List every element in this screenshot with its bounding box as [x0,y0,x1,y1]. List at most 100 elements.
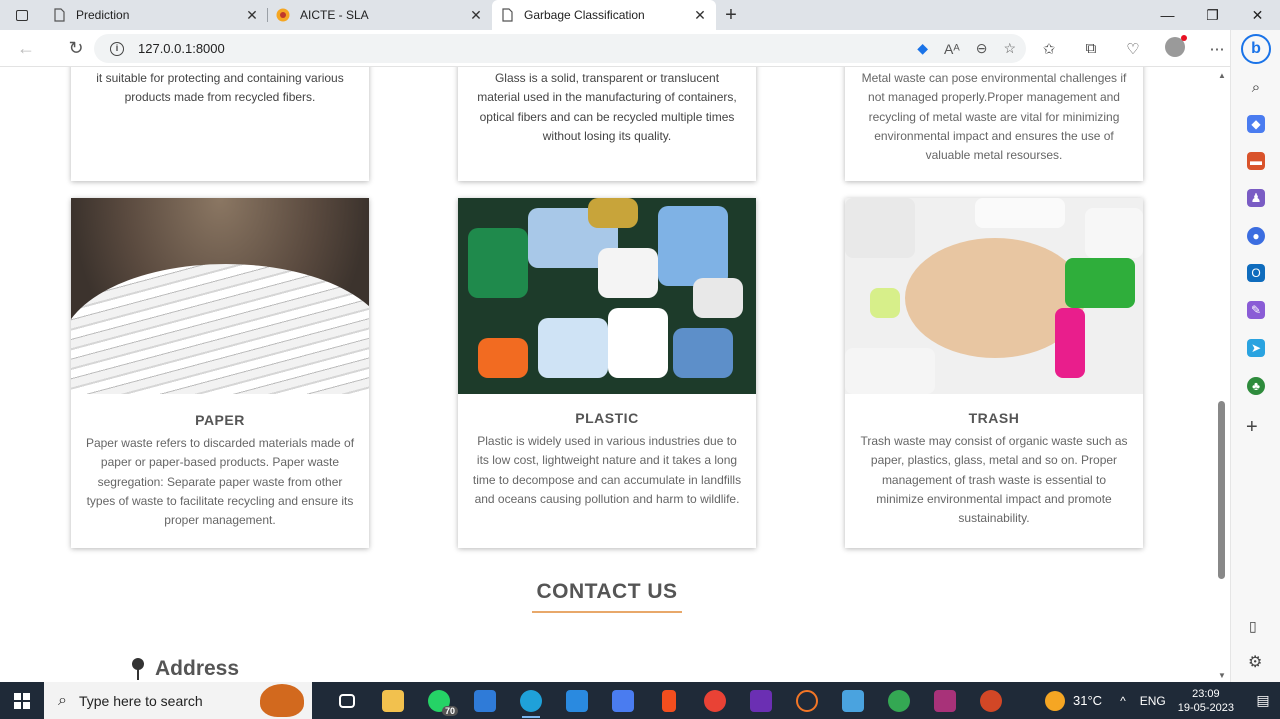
tools-icon[interactable]: ▬ [1247,152,1265,170]
vscode-icon[interactable] [554,682,600,719]
edge-sidebar: b ⌕ ◆ ▬ ♟ ● O ✎ ➤ ♣ + ▯ ⚙ [1230,30,1280,682]
figma-icon[interactable] [646,682,692,719]
card-cardboard: it suitable for protecting and containin… [71,67,369,181]
aicte-logo-icon [276,8,290,22]
tab-actions-icon[interactable] [0,0,44,30]
address-label: Address [155,657,240,680]
chrome-profile-icon[interactable] [876,682,922,719]
designer-icon[interactable]: ✎ [1247,301,1265,319]
sidebar-toggle-icon[interactable]: ▯ [1249,618,1257,635]
favorites-icon[interactable]: ✩ [1028,40,1070,58]
restore-icon[interactable]: ❐ [1190,0,1235,30]
ms-store-icon[interactable] [600,682,646,719]
whatsapp-badge: 70 [441,706,458,716]
tab-prediction[interactable]: Prediction ✕ [44,0,268,30]
task-view-icon[interactable] [324,682,370,719]
temperature: 31°C [1073,693,1103,708]
shopping-tag-icon[interactable]: ◆ [1247,115,1265,133]
url-text: 127.0.0.1:8000 [138,41,225,56]
tab-aicte-sla[interactable]: AICTE - SLA ✕ [268,0,492,30]
send-icon[interactable]: ➤ [1247,339,1265,357]
address-toolbar: ← ↻ i 127.0.0.1:8000 ◆ Aᴬ ⊖ ☆ ✩ ⧉ ♡ ⋯ [0,30,1280,67]
clock[interactable]: 23:09 19-05-2023 [1178,687,1234,715]
address-heading: Address [131,657,239,681]
refresh-icon[interactable]: ↻ [58,33,94,63]
card-description: Paper waste refers to discarded material… [85,436,355,528]
card-description: Plastic is widely used in various indust… [472,434,742,506]
card-description: Metal waste can pose environmental chall… [861,71,1127,163]
browser-tab-strip: Prediction ✕ AICTE - SLA ✕ Garbage Class… [0,0,1280,30]
jupyter-icon[interactable] [784,682,830,719]
taskbar-search-input[interactable]: ⌕ Type here to search [44,682,312,719]
card-title: PAPER [195,412,245,428]
new-tab-button[interactable]: + [716,0,746,30]
bing-chat-icon[interactable]: b [1241,34,1271,64]
card-paper: PAPER Paper waste refers to discarded ma… [71,198,369,548]
page-content: it suitable for protecting and containin… [0,67,1214,682]
add-sidebar-app-icon[interactable]: + [1246,416,1258,439]
close-tab-icon[interactable]: ✕ [692,7,708,24]
card-title: TRASH [968,410,1020,426]
date: 19-05-2023 [1177,701,1234,714]
tab-garbage-classification[interactable]: Garbage Classification ✕ [492,0,716,30]
outlook-icon[interactable]: O [1247,264,1265,282]
add-favorite-icon[interactable]: ☆ [1003,40,1016,57]
browser-essentials-icon[interactable]: ♡ [1112,40,1154,58]
windows-start-icon[interactable] [0,682,44,719]
sun-icon [1045,690,1066,711]
tray-chevron-icon[interactable]: ^ [1120,694,1126,708]
language-indicator[interactable]: ENG [1140,694,1166,708]
back-icon[interactable]: ← [8,33,44,63]
page-scrollbar[interactable]: ▲ ▼ [1214,67,1230,682]
paper-waste-image [71,198,369,394]
chrome-icon[interactable] [692,682,738,719]
site-info-icon[interactable]: i [110,41,124,56]
remote-desktop-icon[interactable] [830,682,876,719]
card-description: Glass is a solid, transparent or translu… [477,71,737,143]
weather-widget[interactable]: 31°C [1045,690,1103,711]
search-highlight-image [260,684,304,717]
settings-gear-icon[interactable]: ⚙ [1248,652,1262,672]
card-description: Trash waste may consist of organic waste… [860,434,1128,526]
read-aloud-icon[interactable]: Aᴬ [944,41,960,57]
coupon-tag-icon[interactable]: ◆ [917,40,928,57]
file-explorer-icon[interactable] [370,682,416,719]
winrar-icon[interactable] [922,682,968,719]
whatsapp-icon[interactable]: 70 [416,682,462,719]
page-icon [54,8,65,22]
close-window-icon[interactable]: ✕ [1235,0,1280,30]
card-title: PLASTIC [575,410,639,426]
card-metal: Metal waste can pose environmental chall… [845,67,1143,181]
powerpoint-icon[interactable] [968,682,1014,719]
edge-browser-icon[interactable] [508,682,554,719]
scroll-up-icon[interactable]: ▲ [1218,71,1226,80]
microsoft365-icon[interactable]: ● [1247,227,1265,245]
tab-label: Prediction [76,8,130,22]
card-glass: Glass is a solid, transparent or translu… [458,67,756,181]
tree-icon[interactable]: ♣ [1247,377,1265,395]
games-icon[interactable]: ♟ [1247,189,1265,207]
search-icon: ⌕ [58,691,67,709]
card-description: it suitable for protecting and containin… [96,71,344,105]
mail-icon[interactable] [462,682,508,719]
close-tab-icon[interactable]: ✕ [244,7,260,24]
tab-label: AICTE - SLA [300,8,369,22]
scroll-down-icon[interactable]: ▼ [1218,671,1226,680]
heading-underline [532,611,682,613]
profile-avatar[interactable] [1154,34,1196,61]
notification-icon[interactable]: ▤ [1246,692,1280,709]
trash-waste-image [845,198,1143,394]
contact-heading: CONTACT US [536,580,678,603]
intellij-icon[interactable] [738,682,784,719]
card-plastic: PLASTIC Plastic is widely used in variou… [458,198,756,548]
close-tab-icon[interactable]: ✕ [468,7,484,24]
minimize-icon[interactable]: — [1145,0,1190,30]
address-bar[interactable]: i 127.0.0.1:8000 ◆ Aᴬ ⊖ ☆ [94,34,1026,63]
map-pin-icon [131,658,145,680]
collections-icon[interactable]: ⧉ [1070,40,1112,57]
scrollbar-thumb[interactable] [1218,401,1225,579]
search-icon[interactable]: ⌕ [1247,78,1265,96]
windows-taskbar: ⌕ Type here to search 70 31°C ^ ENG 23:0… [0,682,1280,719]
zoom-icon[interactable]: ⊖ [976,40,988,57]
card-trash: TRASH Trash waste may consist of organic… [845,198,1143,548]
